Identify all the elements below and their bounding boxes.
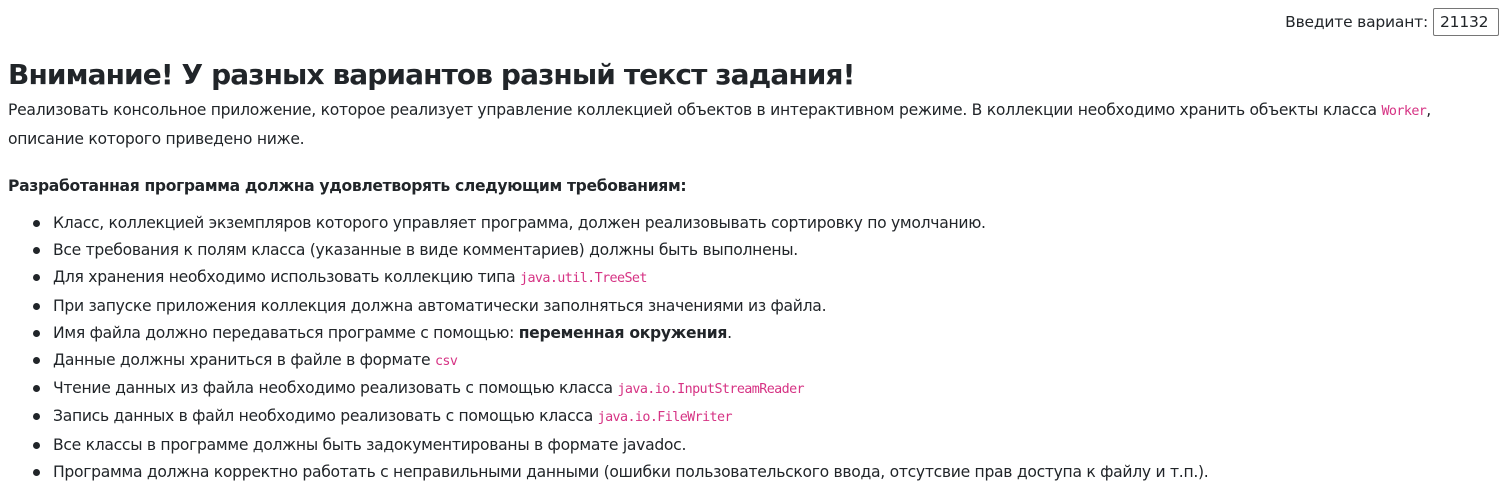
bullet-icon — [33, 413, 40, 421]
intro-class-name: Worker — [1381, 104, 1427, 119]
requirement-item: Все классы в программе должны быть задок… — [33, 432, 1498, 459]
bullet-icon — [33, 302, 40, 310]
requirement-text: Все классы в программе должны быть задок… — [53, 435, 687, 454]
requirement-text: Имя файла должно передаваться программе … — [53, 323, 519, 342]
requirement-text: Для хранения необходимо использовать кол… — [53, 268, 520, 287]
variant-input[interactable] — [1433, 8, 1499, 36]
intro-paragraph: Реализовать консольное приложение, котор… — [8, 97, 1498, 153]
requirement-item: Программа должна корректно работать с не… — [33, 459, 1498, 486]
bullet-icon — [33, 274, 40, 282]
requirement-text: Все требования к полям класса (указанные… — [53, 241, 798, 260]
bullet-icon — [33, 220, 40, 227]
requirement-text: Данные должны храниться в файле в формат… — [53, 351, 435, 370]
intro-text-before: Реализовать консольное приложение, котор… — [8, 101, 1382, 119]
requirement-item: Данные должны храниться в файле в формат… — [33, 347, 1498, 375]
bullet-icon — [33, 441, 40, 449]
requirement-item: Запись данных в файл необходимо реализов… — [33, 403, 1498, 431]
requirement-text: При запуске приложения коллекция должна … — [53, 296, 827, 315]
requirement-after: . — [727, 323, 732, 342]
variant-label: Введите вариант: — [1285, 13, 1428, 31]
requirement-item: Для хранения необходимо использовать кол… — [33, 264, 1498, 292]
bullet-icon — [33, 357, 40, 365]
bullet-icon — [33, 385, 40, 393]
bullet-icon — [33, 247, 40, 255]
requirement-item: Имя файла должно передаваться программе … — [33, 320, 1498, 347]
variant-selector: Введите вариант: — [1285, 8, 1499, 36]
requirements-title: Разработанная программа должна удовлетво… — [8, 177, 687, 195]
requirement-text: Класс, коллекцией экземпляров которого у… — [53, 214, 986, 232]
requirement-item: При запуске приложения коллекция должна … — [33, 293, 1498, 320]
bullet-icon — [33, 468, 40, 476]
page-title: Внимание! У разных вариантов разный текс… — [8, 58, 855, 91]
requirement-bold: переменная окружения — [518, 323, 728, 342]
bullet-icon — [33, 329, 40, 337]
requirement-code: java.io.FileWriter — [597, 410, 733, 426]
requirement-item: Класс, коллекцией экземпляров которого у… — [33, 210, 1498, 237]
requirement-item: Все требования к полям класса (указанные… — [33, 237, 1498, 264]
requirement-text: Чтение данных из файла необходимо реализ… — [53, 379, 618, 398]
requirement-code: java.util.TreeSet — [520, 271, 647, 287]
requirement-text: Программа должна корректно работать с не… — [53, 462, 1209, 481]
requirement-code: java.io.InputStreamReader — [617, 382, 804, 398]
requirement-code: csv — [434, 354, 458, 370]
requirements-list: Класс, коллекцией экземпляров которого у… — [8, 210, 1498, 486]
requirement-text: Запись данных в файл необходимо реализов… — [53, 407, 598, 426]
requirement-item: Чтение данных из файла необходимо реализ… — [33, 375, 1498, 403]
task-content: Внимание! У разных вариантов разный текс… — [8, 55, 1498, 486]
